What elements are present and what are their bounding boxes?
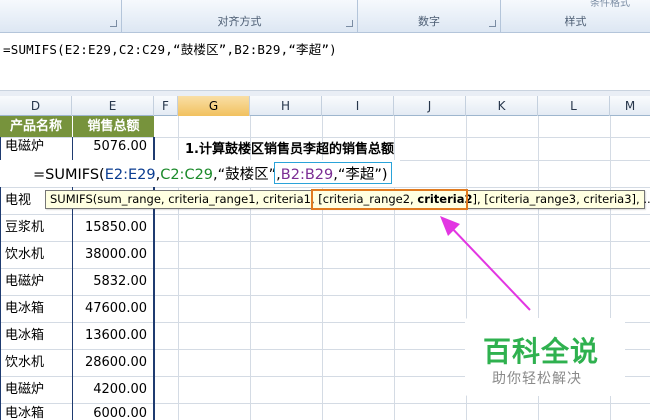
table-cell-sales[interactable]: 15850.00 (73, 214, 153, 241)
watermark-subtitle: 助你轻松解决 (492, 371, 582, 387)
formula-bar[interactable]: =SUMIFS(E2:E29,C2:C29,“鼓楼区”,B2:B29,“李超”) (0, 33, 650, 91)
dialog-launcher-icon[interactable] (346, 20, 353, 27)
table-cell-sales[interactable]: 5076.00 (73, 133, 153, 160)
ribbon-group-number: 数字 (358, 0, 501, 33)
formula-range-sum: E2:E29 (104, 167, 156, 183)
ribbon-group-alignment: 对齐方式 (122, 0, 358, 33)
column-headers: D E F G H I J K L M (0, 96, 650, 116)
task-title: 1.计算鼓楼区销售员李超的销售总额 (185, 142, 394, 157)
ribbon-group-label: 数字 (418, 15, 440, 28)
table-cell-product[interactable]: 电磁炉 (0, 268, 72, 295)
tooltip-part: , [criteria_range3, criteria3], ...) (476, 192, 650, 206)
column-header-f[interactable]: F (154, 96, 178, 116)
annotation-arrow-icon (440, 216, 531, 311)
ribbon-group-label: 样式 (564, 15, 587, 28)
table-cell-product[interactable]: 电冰箱 (0, 400, 72, 420)
ribbon-peek-label[interactable]: 条件格式 (590, 0, 630, 9)
column-header-i[interactable]: I (322, 96, 394, 116)
watermark-title: 百科全说 (483, 335, 600, 368)
highlight-box-cyan (274, 162, 392, 184)
table-cell-sales[interactable]: 13600.00 (73, 322, 153, 349)
table-cell-product[interactable]: 电冰箱 (0, 322, 72, 349)
column-header-j[interactable]: J (394, 96, 466, 116)
table-cell-product[interactable]: 电磁炉 (0, 376, 72, 403)
column-header-e[interactable]: E (72, 96, 154, 116)
table-cell-product[interactable]: 电磁炉 (0, 133, 72, 160)
column-header-k[interactable]: K (466, 96, 538, 116)
ribbon: 对齐方式 数字 条件格式 样式 (0, 0, 650, 33)
table-cell-product[interactable]: 电冰箱 (0, 295, 72, 322)
table-cell-sales[interactable]: 38000.00 (73, 241, 153, 268)
table-cell-product[interactable]: 饮水机 (0, 241, 72, 268)
column-header-m[interactable]: M (610, 96, 650, 116)
formula-text[interactable]: =SUMIFS(E2:E29,C2:C29,“鼓楼区”,B2:B29,“李超”) (3, 39, 337, 58)
column-header-l[interactable]: L (538, 96, 610, 116)
table-cell-sales[interactable]: 47600.00 (73, 295, 153, 322)
table-cell-sales[interactable]: 4200.00 (73, 376, 153, 403)
table-cell-sales[interactable]: 28600.00 (73, 349, 153, 376)
table-cell-sales[interactable]: 6000.00 (73, 400, 153, 420)
highlight-box-orange (311, 189, 468, 210)
arrow-line (447, 223, 531, 311)
ribbon-group-styles: 条件格式 样式 (501, 0, 650, 33)
table-cell-product[interactable]: 饮水机 (0, 349, 72, 376)
watermark-logo: 百科全说 助你轻松解决 (465, 318, 625, 396)
table-cell-sales[interactable]: 5832.00 (73, 268, 153, 295)
table-cell-product[interactable]: 豆浆机 (0, 214, 72, 241)
grid-line (0, 187, 650, 188)
column-header-g[interactable]: G (178, 96, 250, 116)
column-header-d[interactable]: D (0, 96, 72, 116)
tooltip-part: SUMIFS(sum_range, criteria_range1, crite… (50, 192, 319, 206)
dialog-launcher-icon[interactable] (489, 20, 496, 27)
formula-part: =SUMIFS( (33, 167, 105, 183)
formula-part: ,“鼓楼区”, (213, 167, 281, 183)
column-header-h[interactable]: H (250, 96, 322, 116)
ribbon-group-font (0, 0, 122, 33)
dialog-launcher-icon[interactable] (110, 20, 117, 27)
formula-range-criteria1: C2:C29 (160, 167, 214, 183)
ribbon-group-label: 对齐方式 (217, 15, 262, 28)
